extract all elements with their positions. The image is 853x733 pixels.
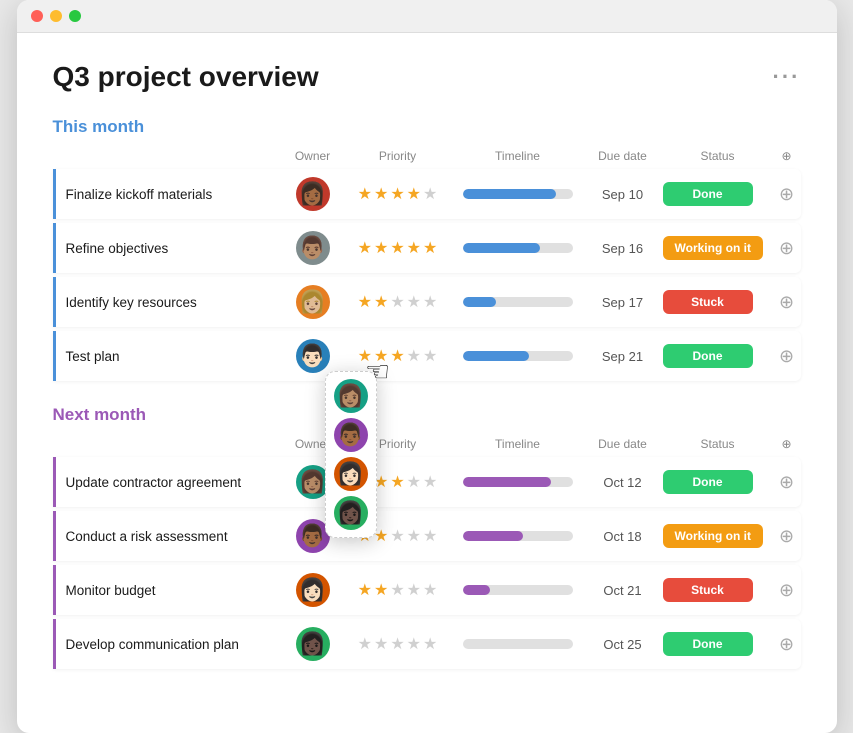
priority-stars: ★ ★ ★ ★ ★: [343, 238, 453, 258]
avatar: 👩🏻: [296, 573, 330, 607]
task-name: Finalize kickoff materials: [66, 187, 283, 202]
due-date: Oct 12: [583, 475, 663, 490]
status-badge[interactable]: Working on it: [663, 524, 763, 548]
due-date: Sep 21: [583, 349, 663, 364]
add-column-icon[interactable]: ⊕: [773, 184, 801, 205]
this-month-title: This month: [53, 117, 801, 137]
status-badge[interactable]: Done: [663, 632, 753, 656]
task-name: Update contractor agreement: [66, 475, 283, 490]
priority-stars: ★ ★ ★ ★ ★: [343, 346, 453, 366]
task-row: Update contractor agreement 👩🏽 ★ ★ ★ ★ ★…: [53, 457, 801, 507]
avatar: 👩🏾: [296, 177, 330, 211]
task-row: Identify key resources 👩🏼 ★ ★ ★ ★ ★ Sep …: [53, 277, 801, 327]
this-month-section: This month Owner Priority Timeline Due d…: [53, 117, 801, 381]
timeline-bar: [463, 477, 573, 487]
add-column-icon[interactable]: ⊕: [773, 526, 801, 547]
task-row: Test plan 👨🏻 ★ ★ ★ ★ ★ Sep 21 Done ⊕: [53, 331, 801, 381]
task-row: Refine objectives 👨🏽 ★ ★ ★ ★ ★ Sep 16 Wo…: [53, 223, 801, 273]
avatar: 👨🏽: [296, 231, 330, 265]
page-title: Q3 project overview: [53, 61, 319, 93]
priority-stars: ★ ★ ★ ★ ★: [343, 184, 453, 204]
due-date: Oct 18: [583, 529, 663, 544]
add-column-icon[interactable]: ⊕: [773, 292, 801, 313]
due-date: Oct 25: [583, 637, 663, 652]
add-column-icon[interactable]: ⊕: [773, 580, 801, 601]
task-row: Monitor budget 👩🏻 ★ ★ ★ ★ ★ Oct 21 Stuck…: [53, 565, 801, 615]
avatar-option[interactable]: 👨🏾: [334, 418, 368, 452]
this-month-header: Owner Priority Timeline Due date Status …: [53, 145, 801, 167]
more-options-button[interactable]: ···: [773, 64, 801, 90]
window-chrome: [17, 0, 837, 33]
timeline-bar: [463, 531, 573, 541]
timeline-bar: [463, 585, 573, 595]
due-date: Oct 21: [583, 583, 663, 598]
add-column-icon[interactable]: ⊕: [773, 346, 801, 367]
avatar-picker-dropdown[interactable]: 👩🏽 👨🏾 👩🏻 👩🏿: [325, 371, 377, 538]
task-name: Develop communication plan: [66, 637, 283, 652]
avatar-option[interactable]: 👩🏻: [334, 457, 368, 491]
avatar: 👩🏿: [296, 627, 330, 661]
task-row: Conduct a risk assessment 👨🏾 ★ ★ ★ ★ ★ O…: [53, 511, 801, 561]
avatar-option[interactable]: 👩🏿: [334, 496, 368, 530]
due-date: Sep 16: [583, 241, 663, 256]
task-name: Refine objectives: [66, 241, 283, 256]
priority-stars: ★ ★ ★ ★ ★: [343, 634, 453, 654]
status-badge[interactable]: Done: [663, 182, 753, 206]
task-name: Test plan: [66, 349, 283, 364]
task-name: Monitor budget: [66, 583, 283, 598]
timeline-bar: [463, 243, 573, 253]
priority-stars: ★ ★ ★ ★ ★: [343, 580, 453, 600]
task-name: Identify key resources: [66, 295, 283, 310]
add-column-icon[interactable]: ⊕: [773, 238, 801, 259]
avatar: 👩🏼: [296, 285, 330, 319]
status-badge[interactable]: Working on it: [663, 236, 763, 260]
avatar: 👨🏻: [296, 339, 330, 373]
task-name: Conduct a risk assessment: [66, 529, 283, 544]
timeline-bar: [463, 297, 573, 307]
task-row: Finalize kickoff materials 👩🏾 ★ ★ ★ ★ ★ …: [53, 169, 801, 219]
maximize-button[interactable]: [69, 10, 81, 22]
close-button[interactable]: [31, 10, 43, 22]
task-row: Develop communication plan 👩🏿 ★ ★ ★ ★ ★ …: [53, 619, 801, 669]
add-column-icon[interactable]: ⊕: [773, 634, 801, 655]
timeline-bar: [463, 189, 573, 199]
page-header: Q3 project overview ···: [53, 61, 801, 93]
minimize-button[interactable]: [50, 10, 62, 22]
status-badge[interactable]: Done: [663, 344, 753, 368]
due-date: Sep 10: [583, 187, 663, 202]
timeline-bar: [463, 639, 573, 649]
main-window: Q3 project overview ··· This month Owner…: [17, 0, 837, 733]
status-badge[interactable]: Done: [663, 470, 753, 494]
next-month-title: Next month: [53, 405, 801, 425]
next-month-header: Owner Priority Timeline Due date Status …: [53, 433, 801, 455]
status-badge[interactable]: Stuck: [663, 290, 753, 314]
status-badge[interactable]: Stuck: [663, 578, 753, 602]
timeline-bar: [463, 351, 573, 361]
next-month-section: Next month Owner Priority Timeline Due d…: [53, 405, 801, 669]
avatar-option[interactable]: 👩🏽: [334, 379, 368, 413]
priority-stars: ★ ★ ★ ★ ★: [343, 292, 453, 312]
due-date: Sep 17: [583, 295, 663, 310]
add-column-icon[interactable]: ⊕: [773, 472, 801, 493]
content-area: Q3 project overview ··· This month Owner…: [17, 33, 837, 703]
